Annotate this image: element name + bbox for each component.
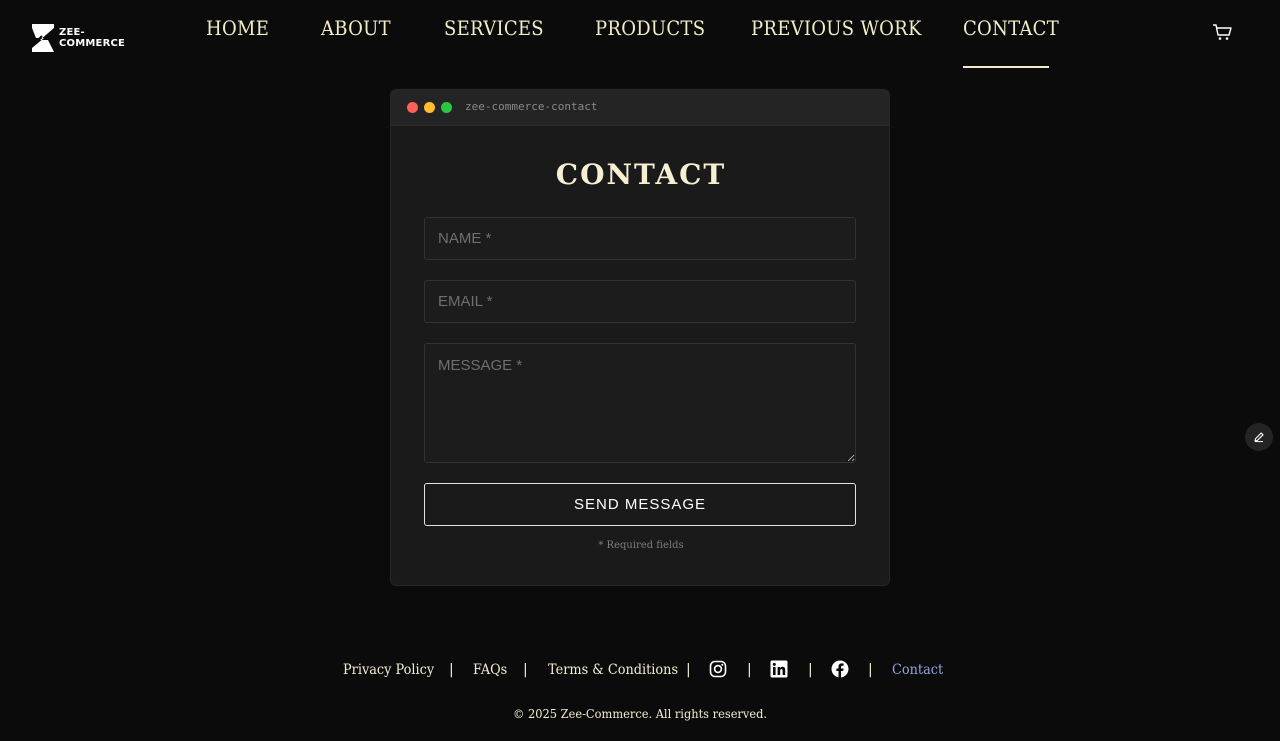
- send-message-button[interactable]: SEND MESSAGE: [424, 483, 856, 526]
- nav-item-home[interactable]: HOME: [206, 16, 269, 40]
- window-maximize-dot: [441, 102, 452, 113]
- footer-separator: |: [686, 662, 691, 678]
- window-titlebar: zee-commerce-contact: [391, 90, 889, 126]
- site-header: ZEE- COMMERCE HOME ABOUT SERVICES PRODUC…: [0, 0, 1280, 80]
- instagram-icon[interactable]: [709, 660, 727, 678]
- linkedin-icon[interactable]: [770, 660, 788, 678]
- nav-active-underline: [963, 66, 1049, 68]
- nav-item-services[interactable]: SERVICES: [444, 16, 544, 40]
- footer-terms-link[interactable]: Terms & Conditions: [548, 662, 678, 678]
- footer-separator: |: [449, 662, 454, 678]
- edit-button[interactable]: [1245, 423, 1273, 451]
- window-title: zee-commerce-contact: [465, 100, 598, 113]
- footer-separator: |: [747, 662, 752, 678]
- footer-separator: |: [808, 662, 813, 678]
- message-textarea[interactable]: [424, 343, 856, 463]
- footer-separator: |: [868, 662, 873, 678]
- copyright-text: © 2025 Zee-Commerce. All rights reserved…: [512, 707, 768, 721]
- footer-links: Privacy Policy | FAQs | Terms & Conditio…: [0, 660, 1280, 684]
- window-close-dot: [407, 102, 418, 113]
- contact-card: zee-commerce-contact CONTACT SEND MESSAG…: [390, 89, 890, 586]
- cart-icon[interactable]: [1212, 23, 1232, 41]
- email-input[interactable]: [424, 280, 856, 323]
- facebook-icon[interactable]: [831, 660, 849, 678]
- page-title: CONTACT: [555, 158, 727, 191]
- required-fields-note: * Required fields: [598, 540, 684, 551]
- footer-privacy-link[interactable]: Privacy Policy: [343, 662, 434, 678]
- window-minimize-dot: [424, 102, 435, 113]
- name-input[interactable]: [424, 217, 856, 260]
- nav-item-previous-work[interactable]: PREVIOUS WORK: [751, 16, 922, 40]
- footer-contact-link[interactable]: Contact: [892, 662, 943, 678]
- footer-separator: |: [523, 662, 528, 678]
- footer-faqs-link[interactable]: FAQs: [473, 662, 507, 678]
- nav-item-products[interactable]: PRODUCTS: [595, 16, 705, 40]
- main-nav: HOME ABOUT SERVICES PRODUCTS PREVIOUS WO…: [0, 16, 1280, 70]
- pencil-icon: [1254, 432, 1264, 443]
- nav-item-contact[interactable]: CONTACT: [963, 16, 1059, 40]
- nav-item-about[interactable]: ABOUT: [321, 16, 391, 40]
